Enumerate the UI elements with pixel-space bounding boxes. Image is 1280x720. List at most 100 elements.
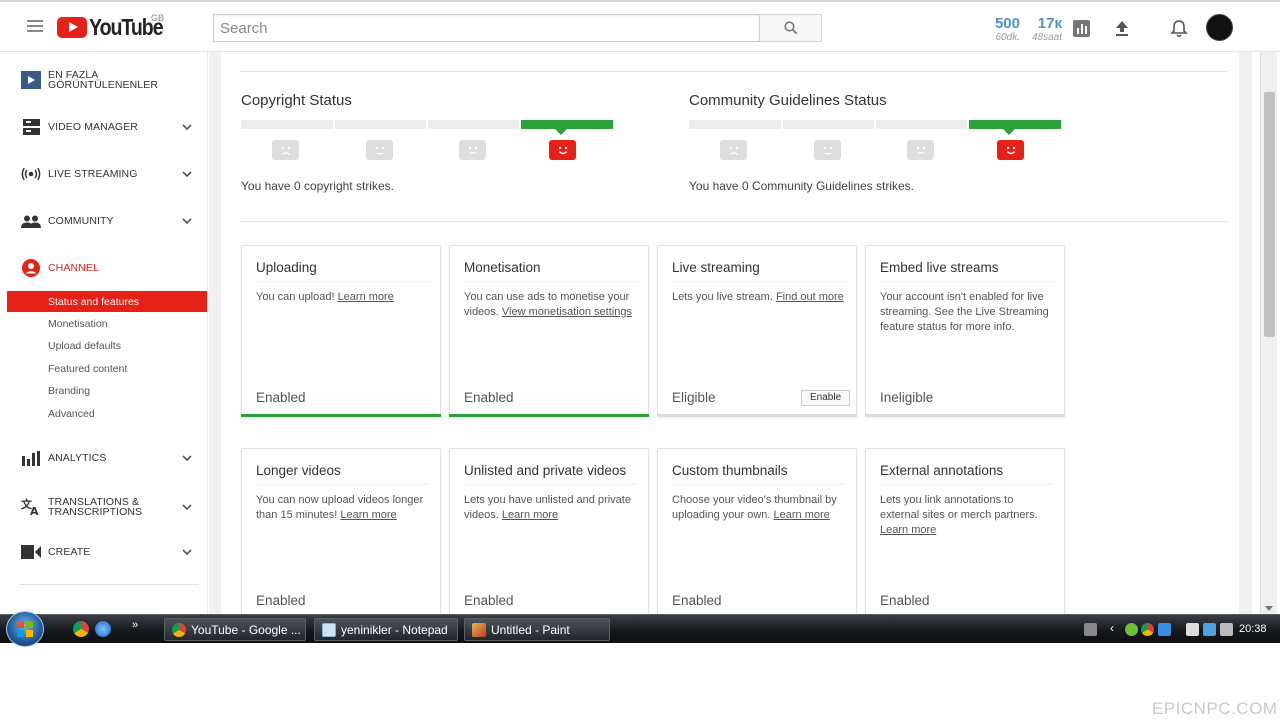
card-status: Enabled [464, 390, 514, 405]
neutral-face-icon [366, 140, 393, 160]
card-description-text: You can upload! [256, 291, 335, 303]
chevron-down-icon [181, 546, 193, 558]
card-status: Enabled [672, 593, 722, 608]
monetisation-settings-link[interactable]: View monetisation settings [502, 306, 632, 318]
meter-segment [241, 120, 333, 129]
scroll-down-arrow-icon[interactable] [1265, 606, 1273, 611]
card-description: Lets you link annotations to external si… [880, 493, 1054, 538]
translate-icon: 文A [21, 497, 41, 517]
chevron-down-icon [181, 501, 193, 513]
power-icon[interactable] [1186, 623, 1199, 636]
sidebar-item-label: TRANSLATIONS & TRANSCRIPTIONS [48, 496, 143, 518]
sidebar-item-label: COMMUNITY [48, 215, 114, 227]
neutral-face-icon [459, 140, 486, 160]
sidebar-item-analytics[interactable]: ANALYTICS [7, 443, 207, 473]
youtube-logo[interactable]: YouTube GB [57, 13, 176, 40]
search-input[interactable] [213, 14, 760, 42]
meter-segment [689, 120, 781, 129]
feature-card-monetisation: Monetisation You can use ads to monetise… [449, 245, 649, 417]
meter-pointer [1003, 129, 1015, 135]
card-description: Lets you have unlisted and private video… [464, 493, 638, 523]
ie-quicklaunch-icon[interactable] [95, 621, 111, 637]
learn-more-link[interactable]: Learn more [880, 524, 936, 536]
chrome-quicklaunch-icon[interactable] [73, 621, 89, 637]
card-title: Monetisation [464, 260, 636, 282]
feature-card-unlisted-private: Unlisted and private videos Lets you hav… [449, 448, 649, 614]
bell-icon[interactable] [1168, 17, 1190, 39]
sidebar-item-translations[interactable]: 文A TRANSLATIONS & TRANSCRIPTIONS [7, 491, 207, 523]
learn-more-link[interactable]: Learn more [774, 509, 830, 521]
sidebar-item-channel[interactable]: CHANNEL [7, 253, 207, 283]
learn-more-link[interactable]: Learn more [502, 509, 558, 521]
meter-segment [335, 120, 426, 129]
taskbar-window-label: yeninikler - Notepad [341, 622, 448, 637]
card-description-text: Lets you link annotations to external si… [880, 494, 1038, 521]
volume-icon[interactable] [1220, 623, 1233, 636]
tray-app-icon[interactable] [1125, 623, 1138, 636]
feature-card-custom-thumbnails: Custom thumbnails Choose your video's th… [657, 448, 857, 614]
enable-live-streaming-button[interactable]: Enable [801, 390, 851, 406]
chevron-down-icon [181, 215, 193, 227]
sidebar-item-label: ANALYTICS [48, 452, 107, 464]
learn-more-link[interactable]: Learn more [338, 291, 394, 303]
taskbar-window-label: YouTube - Google ... [191, 622, 301, 637]
card-description: You can now upload videos longer than 15… [256, 493, 430, 523]
sidebar-subitem-featured-content[interactable]: Featured content [7, 358, 207, 379]
clock[interactable]: 20:38 [1239, 623, 1267, 635]
copyright-status-title: Copyright Status [241, 92, 352, 109]
network-icon[interactable] [1203, 623, 1216, 636]
tray-app-icon[interactable] [1158, 623, 1171, 636]
sidebar-item-video-manager[interactable]: VIDEO MANAGER [7, 112, 207, 142]
sidebar-item-most-viewed[interactable]: EN FAZLA GÖRÜNTÜLENENLER [7, 64, 207, 96]
feature-card-uploading: Uploading You can upload! Learn more Ena… [241, 245, 441, 417]
windows-logo-icon [17, 621, 33, 637]
card-title: Unlisted and private videos [464, 463, 636, 485]
sidebar: EN FAZLA GÖRÜNTÜLENENLER VIDEO MANAGER L… [7, 52, 208, 614]
meter-segment-active [521, 120, 613, 129]
more-quicklaunch-icon[interactable]: » [132, 619, 138, 631]
card-title: Uploading [256, 260, 428, 282]
card-status: Enabled [880, 593, 930, 608]
analytics-icon[interactable] [1070, 17, 1092, 39]
upload-icon[interactable] [1111, 17, 1133, 39]
sidebar-subitem-monetisation[interactable]: Monetisation [7, 313, 207, 334]
sidebar-item-community[interactable]: COMMUNITY [7, 206, 207, 236]
sidebar-item-label: EN FAZLA GÖRÜNTÜLENENLER [48, 69, 159, 91]
card-title: Embed live streams [880, 260, 1052, 282]
sidebar-item-create[interactable]: CREATE [7, 537, 207, 567]
feature-card-live-streaming: Live streaming Lets you live stream. Fin… [657, 245, 857, 417]
find-out-more-link[interactable]: Find out more [776, 291, 844, 303]
card-status: Enabled [256, 593, 306, 608]
start-button[interactable] [6, 611, 44, 647]
learn-more-link[interactable]: Learn more [340, 509, 396, 521]
sidebar-subitem-branding[interactable]: Branding [7, 380, 207, 401]
taskbar-window-notepad[interactable]: yeninikler - Notepad [314, 618, 458, 641]
meter-segment [428, 120, 519, 129]
scrollbar-thumb[interactable] [1264, 92, 1275, 337]
hamburger-menu-icon[interactable] [27, 20, 43, 32]
sidebar-subitem-advanced[interactable]: Advanced [7, 403, 207, 424]
tray-expand-icon[interactable]: ‹ [1110, 621, 1114, 635]
taskbar-window-paint[interactable]: Untitled - Paint [464, 618, 610, 641]
keyboard-icon[interactable] [1084, 623, 1097, 636]
divider [240, 221, 1228, 222]
card-title: Live streaming [672, 260, 844, 282]
meter-segment [783, 120, 874, 129]
subscribers-stat[interactable]: 500 60dk. [984, 16, 1020, 44]
sidebar-subitem-label: Upload defaults [48, 340, 121, 352]
sidebar-subitem-upload-defaults[interactable]: Upload defaults [7, 335, 207, 356]
sidebar-subitem-status-and-features[interactable]: Status and features [7, 291, 207, 312]
card-description: Your account isn't enabled for live stre… [880, 291, 1049, 333]
taskbar-window-youtube[interactable]: YouTube - Google ... [164, 618, 306, 641]
card-status-bar [657, 414, 857, 417]
community-status-text: You have 0 Community Guidelines strikes. [689, 179, 914, 193]
watchtime-stat[interactable]: 17к 48saat [1024, 16, 1062, 44]
chrome-tray-icon[interactable] [1141, 623, 1154, 636]
vertical-scrollbar[interactable] [1260, 52, 1277, 614]
main-content: Copyright Status You have 0 copyright st… [209, 52, 1252, 614]
sidebar-item-live-streaming[interactable]: LIVE STREAMING [7, 159, 207, 189]
search-button[interactable] [759, 14, 822, 42]
sidebar-subitem-label: Status and features [48, 296, 140, 308]
avatar[interactable] [1206, 14, 1233, 41]
card-status: Enabled [256, 390, 306, 405]
